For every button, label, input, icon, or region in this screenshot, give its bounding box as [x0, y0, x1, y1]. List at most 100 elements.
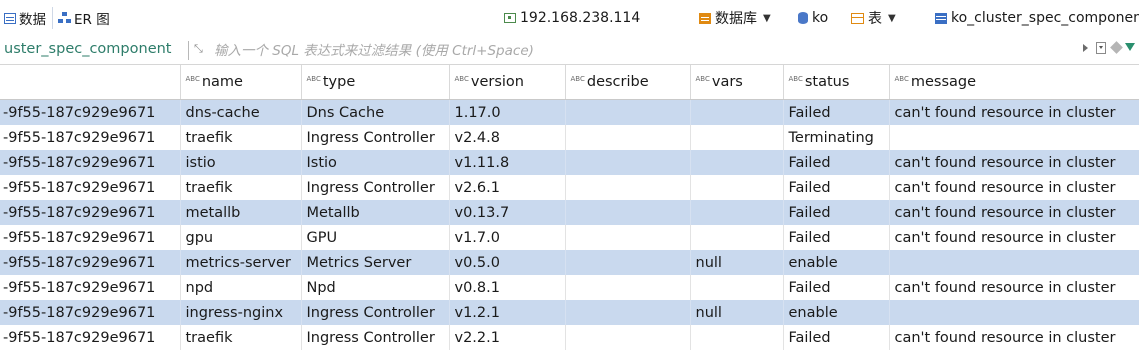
cell-vars[interactable] [690, 99, 784, 125]
cell-describe[interactable] [565, 325, 691, 350]
apply-filter-icon[interactable] [1083, 44, 1088, 52]
cell-id[interactable]: -9f55-187c929e9671 [0, 275, 181, 300]
cell-type[interactable]: GPU [301, 225, 450, 250]
cell-vars[interactable] [690, 150, 784, 175]
table-row[interactable]: -9f55-187c929e9671 traefik Ingress Control… [0, 325, 1139, 350]
cell-vars[interactable]: null [690, 300, 784, 325]
connection-host[interactable]: 192.168.238.114 [504, 8, 640, 28]
cell-status[interactable]: enable [783, 300, 890, 325]
cell-version[interactable]: v2.2.1 [449, 325, 566, 350]
table-row[interactable]: -9f55-187c929e9671 npd Npd v0.8.1 Failed can'… [0, 275, 1139, 300]
cell-id[interactable]: -9f55-187c929e9671 [0, 150, 181, 175]
cell-message[interactable] [889, 250, 1139, 275]
cell-name[interactable]: metallb [180, 200, 302, 225]
database-selector[interactable]: 数据库 ▼ [699, 8, 776, 28]
cell-describe[interactable] [565, 225, 691, 250]
column-header-version[interactable]: ABC version [449, 65, 566, 100]
cell-id[interactable]: -9f55-187c929e9671 [0, 225, 181, 250]
cell-status[interactable]: Failed [783, 150, 890, 175]
cell-type[interactable]: Metrics Server [301, 250, 450, 275]
expand-icon[interactable]: ⤡ [194, 42, 203, 56]
cell-id[interactable]: -9f55-187c929e9671 [0, 250, 181, 275]
cell-version[interactable]: v1.2.1 [449, 300, 566, 325]
table-row[interactable]: -9f55-187c929e9671 traefik Ingress Control… [0, 125, 1139, 150]
table-row[interactable]: -9f55-187c929e9671 dns-cache Dns Cache 1.17… [0, 99, 1139, 125]
cell-describe[interactable] [565, 175, 691, 200]
schema-selector[interactable]: ko [798, 8, 828, 28]
cell-name[interactable]: istio [180, 150, 302, 175]
cell-id[interactable]: -9f55-187c929e9671 [0, 99, 181, 125]
cell-message[interactable]: can't found resource in cluster [889, 99, 1139, 125]
cell-name[interactable]: gpu [180, 225, 302, 250]
cell-status[interactable]: enable [783, 250, 890, 275]
cell-status[interactable]: Failed [783, 325, 890, 350]
cell-type[interactable]: Ingress Controller [301, 125, 450, 150]
cell-name[interactable]: traefik [180, 325, 302, 350]
clear-filter-icon[interactable] [1110, 41, 1123, 54]
cell-id[interactable]: -9f55-187c929e9671 [0, 175, 181, 200]
cell-type[interactable]: Ingress Controller [301, 175, 450, 200]
cell-status[interactable]: Failed [783, 200, 890, 225]
results-grid[interactable]: ABC name ABC type ABC version ABC describe A… [0, 65, 1139, 363]
cell-id[interactable]: -9f55-187c929e9671 [0, 125, 181, 150]
cell-name[interactable]: traefik [180, 125, 302, 150]
tab-er-diagram[interactable]: ER 图 [58, 8, 110, 28]
tab-data[interactable]: 数据 [4, 8, 46, 28]
cell-type[interactable]: Npd [301, 275, 450, 300]
cell-describe[interactable] [565, 250, 691, 275]
cell-describe[interactable] [565, 300, 691, 325]
cell-vars[interactable] [690, 275, 784, 300]
column-header-message[interactable]: ABC message [889, 65, 1139, 100]
table-row[interactable]: -9f55-187c929e9671 metallb Metallb v0.13.7 F… [0, 200, 1139, 225]
cell-status[interactable]: Failed [783, 175, 890, 200]
cell-message[interactable]: can't found resource in cluster [889, 150, 1139, 175]
filter-history-icon[interactable] [1096, 42, 1106, 54]
cell-message[interactable]: can't found resource in cluster [889, 325, 1139, 350]
cell-status[interactable]: Failed [783, 225, 890, 250]
cell-message[interactable]: can't found resource in cluster [889, 200, 1139, 225]
table-row[interactable]: -9f55-187c929e9671 ingress-nginx Ingress C… [0, 300, 1139, 325]
cell-describe[interactable] [565, 275, 691, 300]
cell-id[interactable]: -9f55-187c929e9671 [0, 200, 181, 225]
table-row[interactable]: -9f55-187c929e9671 metrics-server Metrics … [0, 250, 1139, 275]
cell-id[interactable]: -9f55-187c929e9671 [0, 325, 181, 350]
cell-version[interactable]: v1.11.8 [449, 150, 566, 175]
cell-id[interactable]: -9f55-187c929e9671 [0, 300, 181, 325]
filter-icon[interactable] [1125, 43, 1135, 51]
cell-version[interactable]: v1.7.0 [449, 225, 566, 250]
filter-input[interactable] [214, 40, 854, 61]
column-header-type[interactable]: ABC type [301, 65, 450, 100]
cell-status[interactable]: Failed [783, 275, 890, 300]
cell-version[interactable]: v2.6.1 [449, 175, 566, 200]
cell-version[interactable]: v0.13.7 [449, 200, 566, 225]
cell-version[interactable]: v0.5.0 [449, 250, 566, 275]
cell-vars[interactable] [690, 325, 784, 350]
cell-name[interactable]: traefik [180, 175, 302, 200]
table-row[interactable]: -9f55-187c929e9671 gpu GPU v1.7.0 Failed can'… [0, 225, 1139, 250]
cell-vars[interactable] [690, 225, 784, 250]
cell-version[interactable]: 1.17.0 [449, 99, 566, 125]
column-header-name[interactable]: ABC name [180, 65, 302, 100]
cell-message[interactable]: can't found resource in cluster [889, 175, 1139, 200]
cell-vars[interactable]: null [690, 250, 784, 275]
table-row[interactable]: -9f55-187c929e9671 traefik Ingress Control… [0, 175, 1139, 200]
cell-type[interactable]: Dns Cache [301, 99, 450, 125]
cell-name[interactable]: npd [180, 275, 302, 300]
cell-status[interactable]: Terminating [783, 125, 890, 150]
column-header-describe[interactable]: ABC describe [565, 65, 691, 100]
cell-status[interactable]: Failed [783, 99, 890, 125]
cell-name[interactable]: ingress-nginx [180, 300, 302, 325]
cell-version[interactable]: v0.8.1 [449, 275, 566, 300]
cell-message[interactable]: can't found resource in cluster [889, 225, 1139, 250]
column-header-vars[interactable]: ABC vars [690, 65, 784, 100]
table-row[interactable]: -9f55-187c929e9671 istio Istio v1.11.8 Faile… [0, 150, 1139, 175]
cell-type[interactable]: Metallb [301, 200, 450, 225]
cell-vars[interactable] [690, 125, 784, 150]
cell-message[interactable] [889, 300, 1139, 325]
chevron-down-icon[interactable]: ▼ [763, 13, 771, 24]
cell-describe[interactable] [565, 99, 691, 125]
cell-type[interactable]: Ingress Controller [301, 300, 450, 325]
table-type-selector[interactable]: 表 ▼ [851, 8, 901, 28]
cell-version[interactable]: v2.4.8 [449, 125, 566, 150]
cell-vars[interactable] [690, 175, 784, 200]
